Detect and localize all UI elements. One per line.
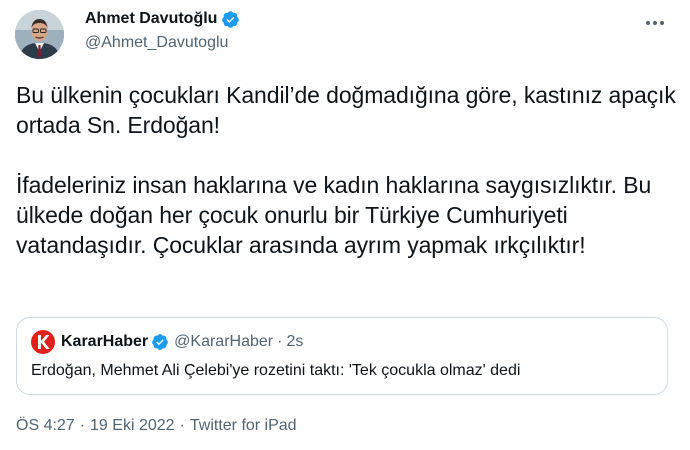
quoted-tweet-time[interactable]: 2s (286, 333, 303, 351)
tweet-time[interactable]: ÖS 4:27 (16, 417, 75, 435)
tweet-text: Bu ülkenin çocukları Kandil’de doğmadığı… (16, 80, 676, 260)
quoted-tweet-header: KararHaber @KararHaber · 2s (31, 330, 303, 354)
quoted-author-name[interactable]: KararHaber (61, 333, 148, 351)
more-dot-icon (660, 21, 664, 25)
tweet-author: Ahmet Davutoğlu @Ahmet_Davutoglu (85, 8, 240, 52)
separator-dot: · (277, 333, 283, 350)
tweet-paragraph: İfadeleriniz insan haklarına ve kadın ha… (16, 172, 652, 258)
separator-dot: · (79, 417, 86, 434)
quoted-tweet-text: Erdoğan, Mehmet Ali Çelebi'ye rozetini t… (31, 362, 521, 379)
verified-badge-icon (152, 334, 169, 350)
avatar-image (15, 10, 64, 59)
more-options-button[interactable] (644, 12, 666, 34)
separator-dot: · (179, 417, 185, 434)
more-dot-icon (646, 21, 650, 25)
tweet-metadata: ÖS 4:27 · 19 Eki 2022 · Twitter for iPad (16, 417, 297, 435)
quoted-author-handle[interactable]: @KararHaber (174, 333, 273, 351)
avatar[interactable] (15, 10, 64, 59)
verified-badge-icon (222, 10, 240, 28)
more-dot-icon (653, 21, 657, 25)
author-handle[interactable]: @Ahmet_Davutoglu (85, 34, 240, 52)
author-display-name[interactable]: Ahmet Davutoğlu (85, 10, 217, 28)
kararhaber-logo-icon[interactable] (31, 330, 55, 354)
tweet-date[interactable]: 19 Eki 2022 (90, 417, 175, 435)
tweet-source-link[interactable]: Twitter for iPad (190, 417, 297, 435)
quoted-tweet[interactable]: KararHaber @KararHaber · 2s Erdoğan, Meh… (16, 317, 668, 395)
tweet-paragraph: Bu ülkenin çocukları Kandil’de doğmadığı… (16, 82, 676, 138)
